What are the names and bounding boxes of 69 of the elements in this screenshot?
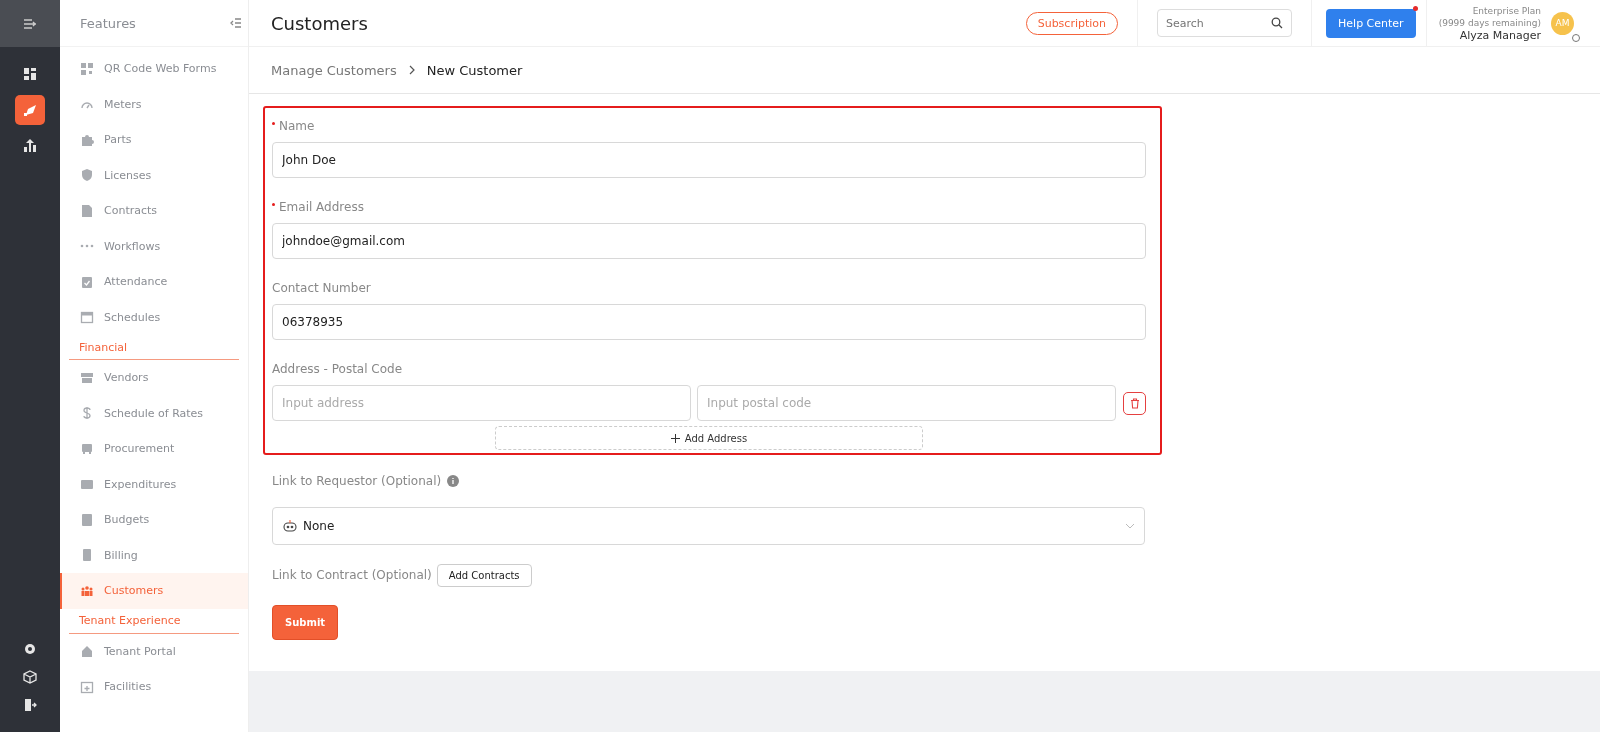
sidebar-item[interactable]: Customers bbox=[60, 573, 248, 609]
search-icon bbox=[1271, 17, 1284, 29]
people-icon bbox=[80, 583, 94, 598]
address-field[interactable]: Input address bbox=[272, 385, 691, 421]
page-title: Customers bbox=[271, 12, 369, 34]
sidebar-item[interactable]: Vendors bbox=[60, 360, 248, 396]
breadcrumb-current: New Customer bbox=[426, 62, 523, 78]
field-label: Email Address bbox=[279, 200, 364, 214]
sidebar-item[interactable]: Procurement bbox=[60, 431, 248, 467]
sidebar-item[interactable]: Parts bbox=[60, 122, 248, 158]
text-field[interactable]: johndoe@gmail.com bbox=[272, 223, 1146, 259]
field-label: Link to Requestor (Optional) bbox=[272, 474, 442, 488]
requestor-select[interactable]: None bbox=[272, 507, 1145, 545]
chevron-right-icon bbox=[408, 65, 415, 75]
section-heading: Financial bbox=[79, 340, 128, 354]
sidebar-item[interactable]: Facilities bbox=[60, 669, 248, 705]
section-heading: Tenant Experience bbox=[79, 614, 181, 627]
calendar-icon bbox=[80, 310, 94, 325]
field-label: Name bbox=[279, 119, 315, 133]
add-address-button[interactable]: Add Address bbox=[495, 426, 923, 450]
sidebar-item[interactable]: Schedules bbox=[60, 299, 248, 335]
sidebar-item[interactable]: Tenant Portal bbox=[60, 633, 248, 669]
clipboard-icon bbox=[80, 274, 94, 289]
text-field[interactable]: John Doe bbox=[272, 142, 1146, 178]
add-contracts-button[interactable]: Add Contracts bbox=[436, 563, 532, 587]
robot-icon bbox=[282, 519, 298, 533]
sidebar-title: Features bbox=[80, 15, 136, 31]
sidebar-item[interactable]: Workflows bbox=[60, 228, 248, 264]
puzzle-icon bbox=[80, 132, 94, 147]
settings-icon[interactable] bbox=[23, 642, 37, 656]
delete-button[interactable] bbox=[1123, 391, 1146, 415]
breadcrumb-link[interactable]: Manage Customers bbox=[271, 62, 397, 78]
info-icon bbox=[447, 475, 460, 487]
collapse-icon[interactable] bbox=[230, 17, 242, 29]
subscription-button[interactable]: Subscription bbox=[1025, 11, 1119, 35]
help-center-button[interactable]: Help Center bbox=[1326, 8, 1416, 38]
shield-icon bbox=[80, 168, 94, 183]
calendar-plus-icon bbox=[80, 679, 94, 694]
dollar-icon bbox=[80, 406, 94, 421]
sidebar-item[interactable]: QR Code Web Forms bbox=[60, 51, 248, 87]
search-field[interactable]: Search bbox=[1157, 9, 1293, 37]
sidebar-item[interactable]: Meters bbox=[60, 86, 248, 122]
house-icon bbox=[80, 644, 94, 659]
expand-menu-icon[interactable] bbox=[23, 17, 37, 30]
plan-name: Enterprise Plan bbox=[1471, 4, 1541, 17]
sidebar-item[interactable]: Budgets bbox=[60, 502, 248, 538]
status-icon bbox=[1572, 33, 1580, 42]
submit-button[interactable]: Submit bbox=[272, 605, 339, 640]
field-label: Link to Contract (Optional) bbox=[272, 568, 432, 582]
postal-code-field[interactable]: Input postal code bbox=[697, 385, 1116, 421]
trash-icon bbox=[1129, 397, 1140, 409]
sidebar-item[interactable]: Licenses bbox=[60, 157, 248, 193]
plan-remaining: (9999 days remaining) bbox=[1438, 16, 1541, 29]
text-field[interactable]: 06378935 bbox=[272, 304, 1146, 340]
sidebar-item[interactable]: Attendance bbox=[60, 264, 248, 300]
field-label: Address - Postal Code bbox=[272, 362, 403, 376]
plus-icon bbox=[670, 433, 680, 443]
user-name: Alyza Manager bbox=[1458, 28, 1541, 42]
sidebar-item[interactable]: Expenditures bbox=[60, 466, 248, 502]
field-label: Contact Number bbox=[272, 281, 371, 295]
notification-dot bbox=[1412, 5, 1418, 11]
document-icon bbox=[80, 203, 94, 218]
sidebar-item[interactable]: Billing bbox=[60, 537, 248, 573]
sidebar-item[interactable]: Schedule of Rates bbox=[60, 395, 248, 431]
qr-code-icon bbox=[80, 61, 94, 76]
cube-icon[interactable] bbox=[23, 670, 37, 684]
chevron-down-icon bbox=[1125, 523, 1135, 529]
sidebar-item[interactable]: Contracts bbox=[60, 193, 248, 229]
logout-icon[interactable] bbox=[23, 698, 37, 712]
